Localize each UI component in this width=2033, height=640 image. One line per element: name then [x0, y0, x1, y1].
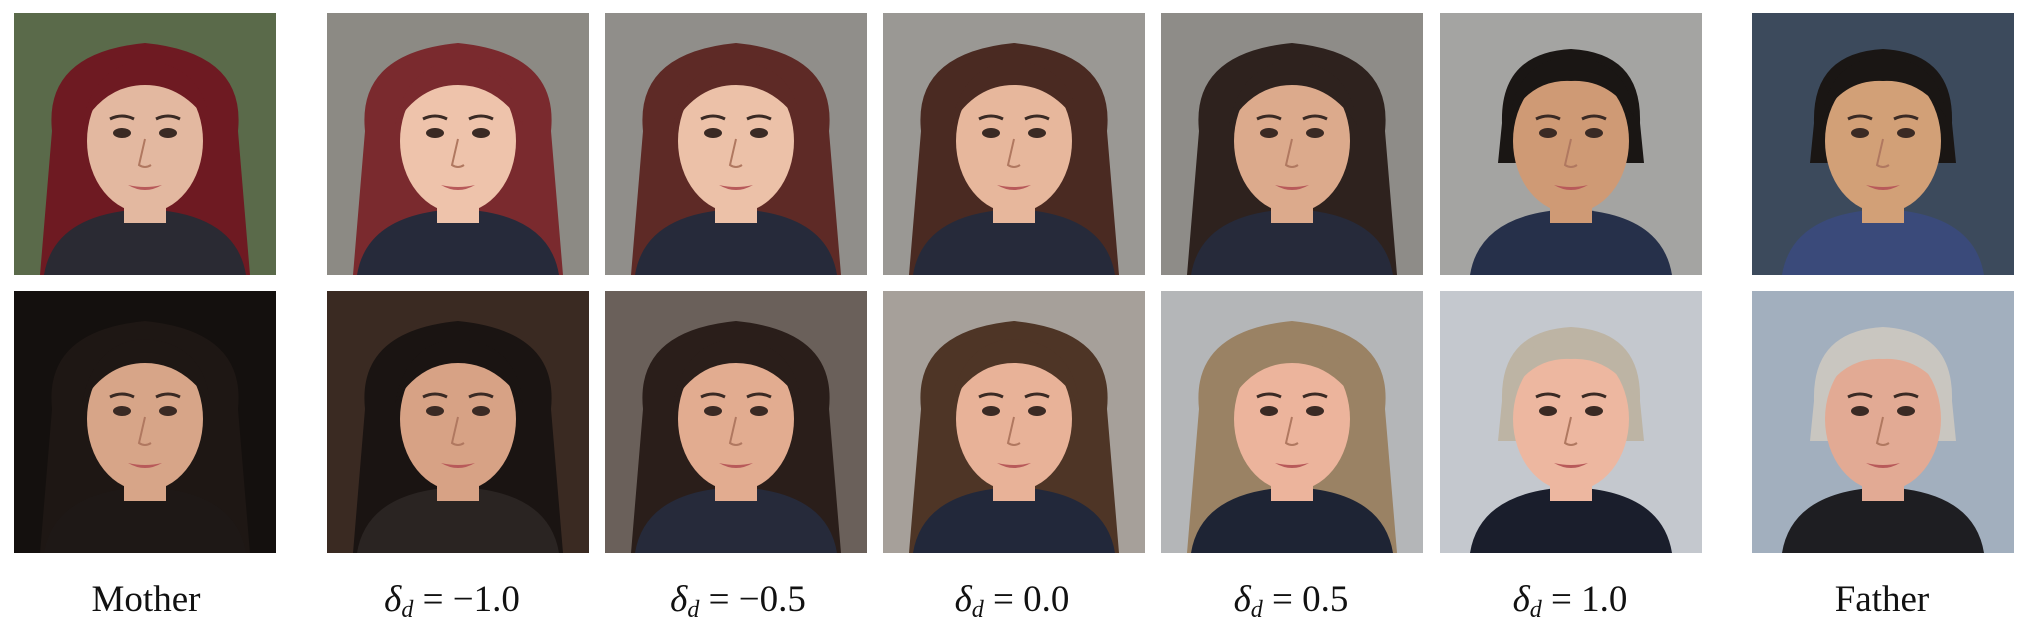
child-photo: [605, 13, 867, 275]
child-photo: [1161, 13, 1423, 275]
mother-photo: [14, 291, 276, 553]
child-photo: [327, 13, 589, 275]
child-photo: [883, 13, 1145, 275]
father-photo: [1752, 13, 2014, 275]
caption-delta: δd = 0.5: [1233, 579, 1349, 623]
caption-father: Father: [1834, 579, 1930, 620]
caption-delta: δd = −1.0: [384, 579, 520, 623]
child-photo: [605, 291, 867, 553]
child-photo: [1161, 291, 1423, 553]
child-photo: [883, 291, 1145, 553]
child-photo: [1440, 13, 1702, 275]
caption-delta: δd = 1.0: [1512, 579, 1628, 623]
caption-delta: δd = −0.5: [670, 579, 806, 623]
father-photo: [1752, 291, 2014, 553]
child-photo: [327, 291, 589, 553]
child-photo: [1440, 291, 1702, 553]
mother-photo: [14, 13, 276, 275]
caption-mother: Mother: [91, 579, 201, 620]
caption-delta: δd = 0.0: [954, 579, 1070, 623]
